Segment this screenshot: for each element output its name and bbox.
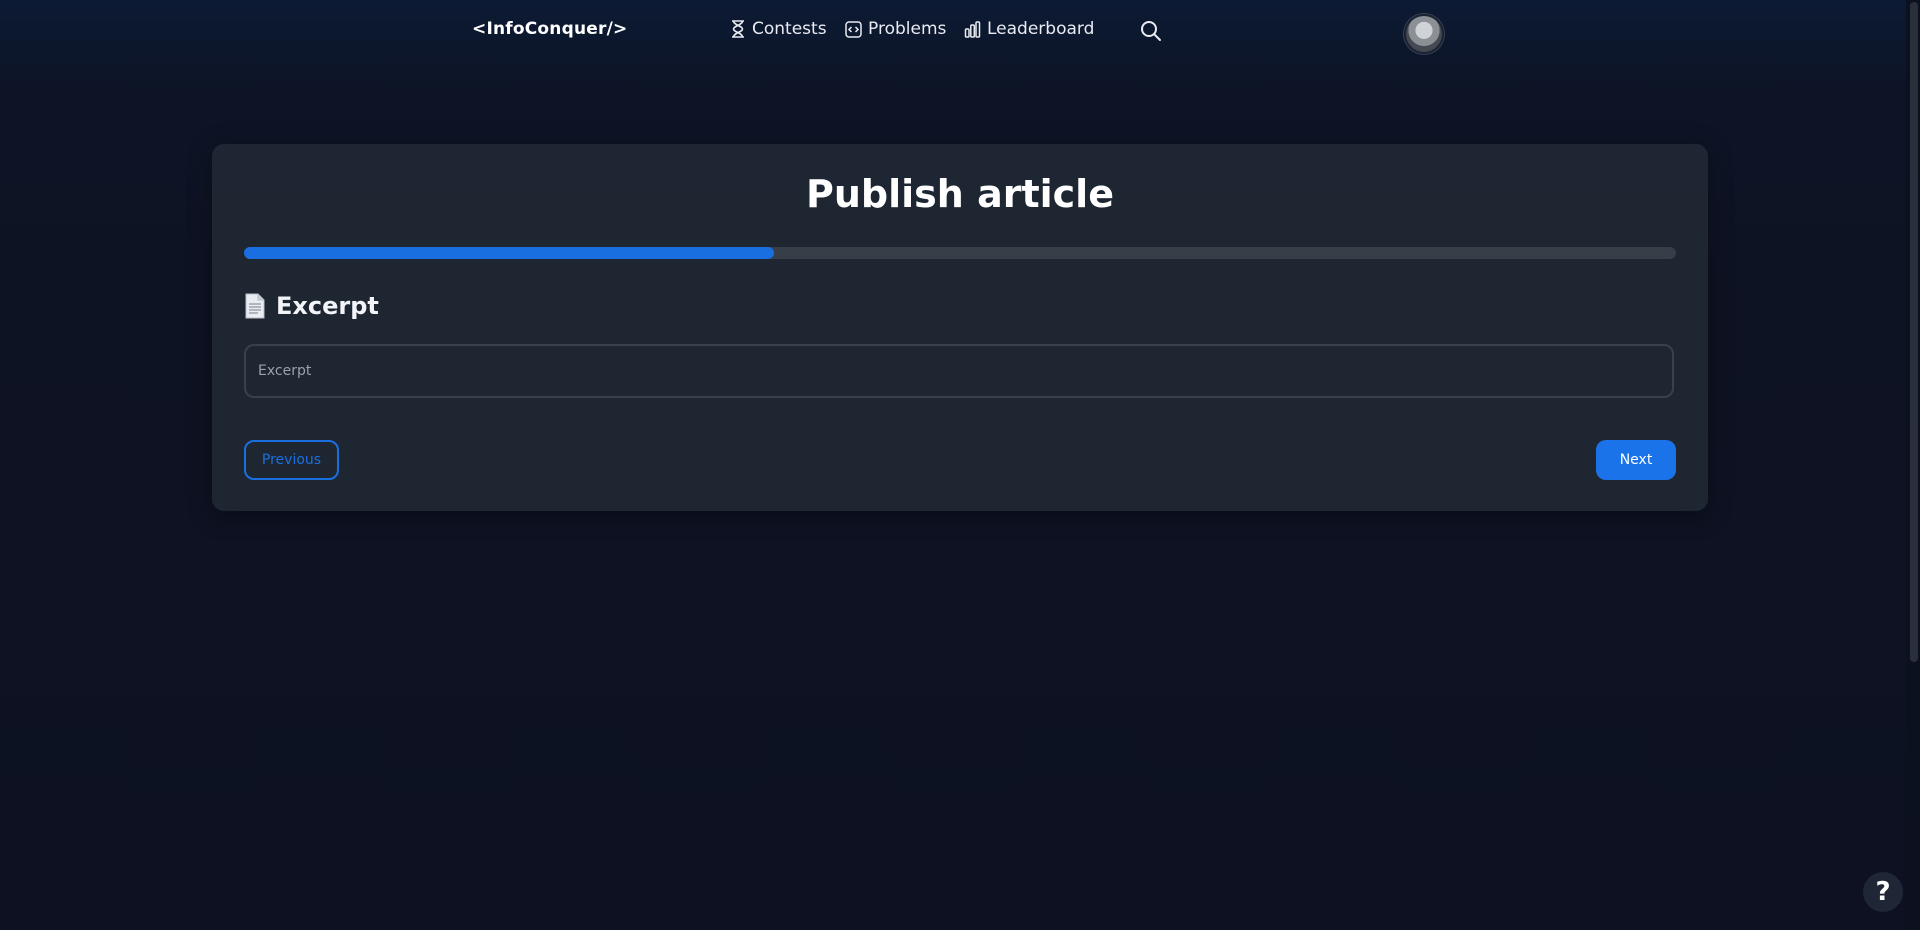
nav-label-problems: Problems <box>868 19 947 39</box>
code-box-icon <box>845 20 862 38</box>
nav-label-contests: Contests <box>752 19 827 39</box>
previous-button[interactable]: Previous <box>244 440 339 480</box>
help-button[interactable]: ? <box>1863 872 1903 912</box>
search-icon <box>1141 21 1161 41</box>
nav-item-problems[interactable]: Problems <box>845 19 946 39</box>
publish-article-card: Publish article Excerpt Previous Next <box>212 144 1708 511</box>
next-button[interactable]: Next <box>1596 440 1676 480</box>
document-icon <box>245 293 265 319</box>
page-scrollbar[interactable] <box>1906 0 1920 930</box>
user-avatar[interactable] <box>1404 14 1444 54</box>
page-title: Publish article <box>806 172 1114 216</box>
nav-item-contests[interactable]: Contests <box>730 19 827 39</box>
nav-item-leaderboard[interactable]: Leaderboard <box>964 19 1094 39</box>
top-navbar: <InfoConquer/> Contests Problems Leaderb… <box>0 0 1906 62</box>
excerpt-input[interactable] <box>244 344 1674 398</box>
section-heading: Excerpt <box>244 292 379 320</box>
brand-logo[interactable]: <InfoConquer/> <box>472 19 627 39</box>
search-button[interactable] <box>1139 19 1163 43</box>
section-label: Excerpt <box>276 292 379 320</box>
progress-bar-fill <box>244 247 774 259</box>
bar-chart-icon <box>964 20 981 38</box>
scrollbar-thumb[interactable] <box>1910 2 1918 662</box>
nav-label-leaderboard: Leaderboard <box>987 19 1095 39</box>
hourglass-icon <box>732 20 744 38</box>
progress-bar <box>244 247 1676 259</box>
